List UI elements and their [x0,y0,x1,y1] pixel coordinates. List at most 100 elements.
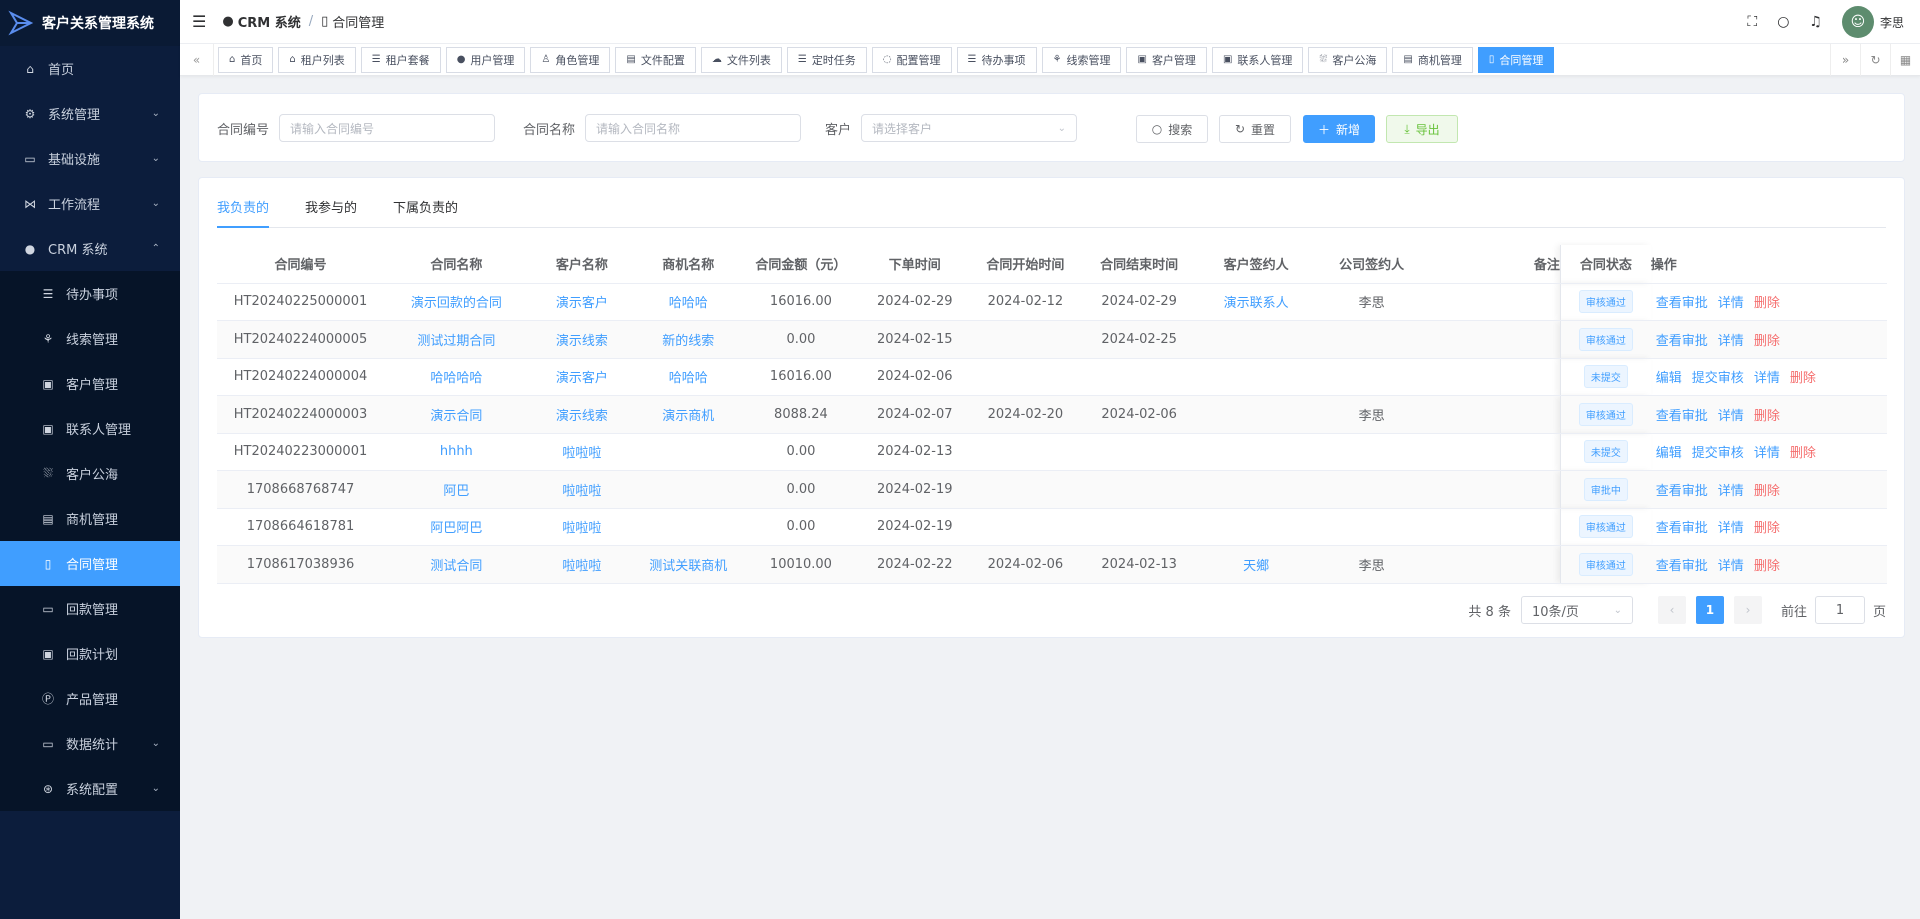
detail-button[interactable]: 详情 [1718,559,1744,574]
search-icon[interactable]: ○ [1777,14,1789,30]
cell-customer[interactable]: 啦啦啦 [528,508,636,546]
cell-name[interactable]: 测试合同 [384,545,529,584]
detail-button[interactable]: 详情 [1718,521,1744,536]
tag-item[interactable]: ▣ 客户管理 [1126,46,1207,73]
prev-page-button[interactable]: ‹ [1657,596,1686,624]
delete-button[interactable]: 删除 [1754,521,1780,536]
tag-item[interactable]: ☁ 文件列表 [700,46,782,73]
cell-biz[interactable] [635,433,742,471]
cell-name[interactable]: 演示合同 [384,395,529,434]
cell-customer[interactable]: 演示客户 [528,358,636,396]
next-page-button[interactable]: › [1733,596,1762,624]
sidebar-item-workflow[interactable]: ⋈ 工作流程 ⌄ [0,181,180,226]
app-logo[interactable]: 客户关系管理系统 [0,0,180,46]
bell-icon[interactable]: ♫ [1809,14,1822,30]
view-approval-button[interactable]: 查看审批 [1656,296,1708,311]
sidebar-item-contact[interactable]: ▣ 联系人管理 [0,406,180,451]
cell-csign[interactable] [1196,470,1316,509]
sidebar-item-home[interactable]: ⌂ 首页 [0,46,180,91]
cell-name[interactable]: 哈哈哈哈 [384,358,529,396]
cell-customer[interactable]: 啦啦啦 [528,433,636,471]
edit-button[interactable]: 编辑 [1656,371,1682,386]
cell-biz[interactable] [635,470,742,509]
contract-name-input[interactable]: 请输入合同名称 [585,114,802,142]
tag-item[interactable]: ▯ 合同管理 [1477,46,1555,73]
tab-subordinate[interactable]: 下属负责的 [393,198,458,228]
detail-button[interactable]: 详情 [1718,296,1744,311]
sidebar-item-clue[interactable]: ⚘ 线索管理 [0,316,180,361]
grid-menu-icon[interactable]: ▦ [1890,43,1920,76]
cell-biz[interactable]: 测试关联商机 [635,545,742,584]
export-button[interactable]: ⤓ 导出 [1386,115,1458,143]
tag-item[interactable]: ☰ 待办事项 [956,46,1037,73]
cell-customer[interactable]: 啦啦啦 [528,545,636,584]
view-approval-button[interactable]: 查看审批 [1656,521,1708,536]
contract-no-input[interactable]: 请输入合同编号 [279,114,496,142]
cell-name[interactable]: hhhh [384,433,529,471]
delete-button[interactable]: 删除 [1754,334,1780,349]
sidebar-item-business[interactable]: ▤ 商机管理 [0,496,180,541]
page-size-select[interactable]: 10条/页 ⌄ [1520,596,1633,624]
sidebar-item-stats[interactable]: ▭ 数据统计 ⌄ [0,721,180,766]
tags-scroll-left-icon[interactable]: « [180,43,214,76]
cell-name[interactable]: 演示回款的合同 [384,283,529,321]
tab-participated[interactable]: 我参与的 [305,198,357,228]
breadcrumb-root[interactable]: CRM 系统 [238,12,301,31]
sidebar-item-infra[interactable]: ▭ 基础设施 ⌄ [0,136,180,181]
detail-button[interactable]: 详情 [1718,409,1744,424]
cell-customer[interactable]: 啦啦啦 [528,470,636,509]
view-approval-button[interactable]: 查看审批 [1656,484,1708,499]
reset-button[interactable]: ↻ 重置 [1219,115,1291,143]
search-button[interactable]: ○ 搜索 [1136,115,1208,143]
tag-item[interactable]: ⌂ 租户列表 [278,46,356,73]
cell-name[interactable]: 阿巴阿巴 [384,508,529,546]
delete-button[interactable]: 删除 [1754,409,1780,424]
user-name[interactable]: 李思 [1880,14,1904,31]
cell-biz[interactable]: 新的线索 [635,320,742,359]
tag-item[interactable]: ☰ 定时任务 [786,46,867,73]
cell-biz[interactable]: 哈哈哈 [635,283,742,321]
view-approval-button[interactable]: 查看审批 [1656,559,1708,574]
sidebar-item-todo[interactable]: ☰ 待办事项 [0,271,180,316]
cell-name[interactable]: 测试过期合同 [384,320,529,359]
sidebar-item-sea[interactable]: ⛆ 客户公海 [0,451,180,496]
cell-biz[interactable]: 哈哈哈 [635,358,742,396]
cell-csign[interactable] [1196,320,1316,359]
cell-csign[interactable]: 演示联系人 [1196,283,1316,321]
cell-customer[interactable]: 演示线索 [528,320,636,359]
tag-item[interactable]: ☰ 租户套餐 [360,46,441,73]
tag-item[interactable]: ⛆ 客户公海 [1308,46,1388,73]
sidebar-item-system[interactable]: ⚙ 系统管理 ⌄ [0,91,180,136]
add-button[interactable]: ＋ 新增 [1303,115,1375,143]
customer-select[interactable]: 请选择客户 ⌄ [861,114,1078,142]
cell-csign[interactable]: 天鄉 [1196,545,1316,584]
cell-csign[interactable] [1196,508,1316,546]
edit-button[interactable]: 编辑 [1656,446,1682,461]
delete-button[interactable]: 删除 [1754,296,1780,311]
delete-button[interactable]: 删除 [1790,446,1816,461]
detail-button[interactable]: 详情 [1754,371,1780,386]
delete-button[interactable]: 删除 [1790,371,1816,386]
delete-button[interactable]: 删除 [1754,484,1780,499]
hamburger-icon[interactable]: ☰ [192,12,206,31]
tag-item[interactable]: ▤ 商机管理 [1392,46,1473,73]
page-number-button[interactable]: 1 [1695,596,1724,624]
fullscreen-icon[interactable]: ⛶ [1747,14,1757,30]
submit-review-button[interactable]: 提交审核 [1692,371,1744,386]
tag-item[interactable]: ● 用户管理 [445,46,526,73]
tag-item[interactable]: ⚘ 线索管理 [1041,46,1122,73]
tags-scroll-right-icon[interactable]: » [1830,43,1860,76]
detail-button[interactable]: 详情 [1718,334,1744,349]
cell-csign[interactable] [1196,395,1316,434]
cell-customer[interactable]: 演示线索 [528,395,636,434]
submit-review-button[interactable]: 提交审核 [1692,446,1744,461]
cell-csign[interactable] [1196,433,1316,471]
view-approval-button[interactable]: 查看审批 [1656,334,1708,349]
cell-csign[interactable] [1196,358,1316,396]
sidebar-item-crm[interactable]: ● CRM 系统 ⌃ [0,226,180,271]
view-approval-button[interactable]: 查看审批 [1656,409,1708,424]
cell-biz[interactable]: 演示商机 [635,395,742,434]
tab-mine[interactable]: 我负责的 [217,198,270,228]
tag-item[interactable]: ⌂ 首页 [218,46,274,73]
detail-button[interactable]: 详情 [1718,484,1744,499]
